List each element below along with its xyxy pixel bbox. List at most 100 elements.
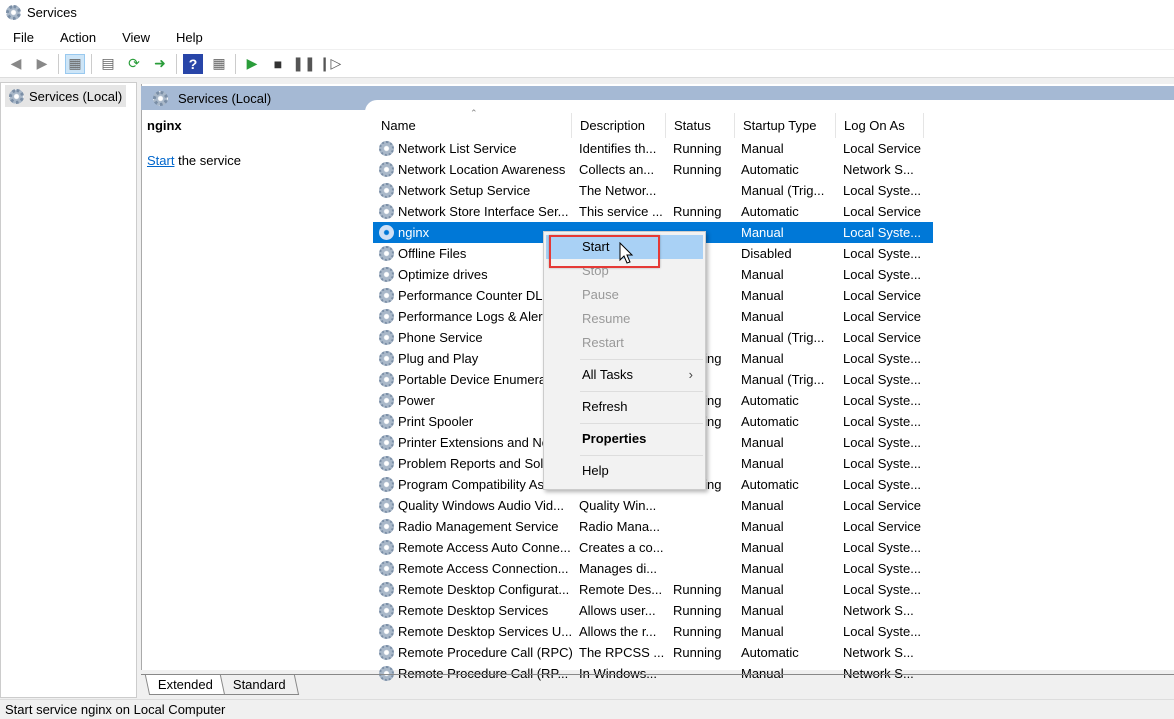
table-row[interactable]: Remote Desktop Services U... Allows the r… — [373, 621, 933, 642]
cell-log-on-as: Network S... — [843, 603, 914, 618]
service-name: Network Setup Service — [398, 183, 531, 198]
column-header-name[interactable]: Name — [373, 113, 572, 138]
table-row[interactable]: Remote Desktop Services Allows user... Run… — [373, 600, 933, 621]
cell-startup-type: Manual — [741, 603, 784, 618]
tree-node-label: Services (Local) — [29, 88, 123, 104]
tab-extended[interactable]: Extended — [144, 675, 227, 695]
cell-description: Allows the r... — [579, 624, 657, 639]
service-name: Remote Desktop Services U... — [398, 624, 572, 639]
service-name: Power — [398, 393, 435, 408]
toolbar-divider — [235, 53, 236, 74]
cell-description: Collects an... — [579, 162, 655, 177]
table-row[interactable]: Network Location Awareness Collects an...… — [373, 159, 933, 180]
menu-view[interactable]: View — [122, 30, 150, 45]
menu-separator — [580, 423, 703, 424]
cell-startup-type: Manual (Trig... — [741, 183, 825, 198]
cell-log-on-as: Local Service — [843, 309, 922, 324]
cell-startup-type: Manual — [741, 141, 784, 156]
tab-standard[interactable]: Standard — [219, 675, 299, 695]
table-row[interactable]: Network List Service Identifies th... Runn… — [373, 138, 933, 159]
cell-name: Network Location Awareness — [373, 162, 572, 177]
table-row[interactable]: Network Store Interface Ser... This servi… — [373, 201, 933, 222]
service-gear-icon — [379, 183, 394, 198]
cell-name: Remote Access Connection... — [373, 561, 572, 576]
cell-name: Radio Management Service — [373, 519, 572, 534]
service-name: Offline Files — [398, 246, 467, 261]
menu-bar: File Action View Help — [0, 25, 1174, 49]
service-name: Network List Service — [398, 141, 517, 156]
cell-description: Remote Des... — [579, 582, 663, 597]
resume-service-icon[interactable]: ❙▷ — [319, 54, 342, 74]
service-gear-icon — [379, 162, 394, 177]
service-gear-icon — [379, 351, 394, 366]
service-name: Phone Service — [398, 330, 483, 345]
pause-service-icon[interactable]: ❚❚ — [292, 54, 315, 74]
service-gear-icon — [379, 267, 394, 282]
menu-help[interactable]: Help — [176, 30, 203, 45]
column-header-log-on-as[interactable]: Log On As — [836, 113, 924, 138]
service-name: Performance Logs & Aler — [398, 309, 543, 324]
service-gear-icon — [379, 204, 394, 219]
menu-item-label: All Tasks — [582, 367, 634, 382]
cell-description: Creates a co... — [579, 540, 664, 555]
table-row[interactable]: Quality Windows Audio Vid... Quality Win.… — [373, 495, 933, 516]
show-action-pane-icon[interactable]: ▦ — [209, 54, 229, 74]
column-header-status[interactable]: Status — [666, 113, 735, 138]
back-icon[interactable]: ◀ — [6, 54, 26, 74]
menu-item-all-tasks[interactable]: All Tasks › — [544, 363, 705, 387]
service-gear-icon — [379, 309, 394, 324]
menu-item-refresh[interactable]: Refresh — [544, 395, 705, 419]
cell-log-on-as: Local Syste... — [843, 561, 922, 576]
service-gear-icon — [379, 435, 394, 450]
column-header-description[interactable]: Description — [572, 113, 666, 138]
menu-item-help[interactable]: Help — [544, 459, 705, 483]
table-row[interactable]: Remote Access Connection... Manages di...… — [373, 558, 933, 579]
show-hide-console-tree-icon[interactable]: ▦ — [65, 53, 85, 74]
service-name: Problem Reports and Sol — [398, 456, 544, 471]
export-list-icon[interactable]: ➜ — [150, 54, 170, 74]
service-detail-panel: nginx Start the service — [147, 118, 357, 168]
refresh-icon[interactable]: ⟳ — [124, 54, 144, 74]
menu-file[interactable]: File — [13, 30, 34, 45]
cell-name: Remote Access Auto Conne... — [373, 540, 572, 555]
cell-name: Remote Procedure Call (RPC) — [373, 645, 572, 660]
highlight-box — [549, 235, 660, 268]
cell-name: Network Setup Service — [373, 183, 572, 198]
cell-status: Running — [673, 582, 722, 597]
table-row[interactable]: Remote Access Auto Conne... Creates a co.… — [373, 537, 933, 558]
table-row[interactable]: Remote Procedure Call (RPC) The RPCSS ...… — [373, 642, 933, 663]
properties-icon[interactable]: ▤ — [98, 54, 118, 74]
cell-startup-type: Manual (Trig... — [741, 330, 825, 345]
cell-log-on-as: Local Service — [843, 498, 922, 513]
column-header-startup-type[interactable]: Startup Type — [735, 113, 836, 138]
start-service-link[interactable]: Start — [147, 153, 174, 168]
service-name: Remote Procedure Call (RPC) — [398, 645, 572, 660]
cell-log-on-as: Local Service — [843, 288, 922, 303]
start-service-icon[interactable]: ▶ — [242, 54, 262, 74]
services-gear-icon — [153, 90, 168, 106]
menu-item-pause: Pause — [582, 287, 619, 302]
service-gear-icon — [379, 498, 394, 513]
cell-status: Running — [673, 162, 722, 177]
menu-item-restart: Restart — [582, 335, 624, 350]
toolbar: ◀ ▶ ▦ ▤ ⟳ ➜ ? ▦ ▶ ■ ❚❚ ❙▷ — [0, 50, 1174, 78]
cell-name: Remote Desktop Services — [373, 603, 572, 618]
table-row[interactable]: Remote Desktop Configurat... Remote Des..… — [373, 579, 933, 600]
service-name: Remote Access Auto Conne... — [398, 540, 571, 555]
service-gear-icon — [379, 141, 394, 156]
service-name: Remote Desktop Services — [398, 603, 549, 618]
cell-log-on-as: Local Syste... — [843, 183, 922, 198]
tree-node-services-local[interactable]: Services (Local) — [5, 85, 127, 107]
menu-action[interactable]: Action — [60, 30, 96, 45]
table-row[interactable]: Network Setup Service The Networ... Manual… — [373, 180, 933, 201]
table-row[interactable]: Radio Management Service Radio Mana... Man… — [373, 516, 933, 537]
menu-item-properties[interactable]: Properties — [544, 427, 705, 451]
cell-startup-type: Automatic — [741, 204, 799, 219]
help-icon[interactable]: ? — [183, 53, 203, 74]
cell-log-on-as: Local Syste... — [843, 414, 922, 429]
stop-service-icon[interactable]: ■ — [268, 54, 288, 74]
forward-icon[interactable]: ▶ — [32, 54, 52, 74]
cell-log-on-as: Local Syste... — [843, 540, 922, 555]
cell-log-on-as: Local Syste... — [843, 246, 922, 261]
pane-header-curve — [365, 100, 1174, 114]
